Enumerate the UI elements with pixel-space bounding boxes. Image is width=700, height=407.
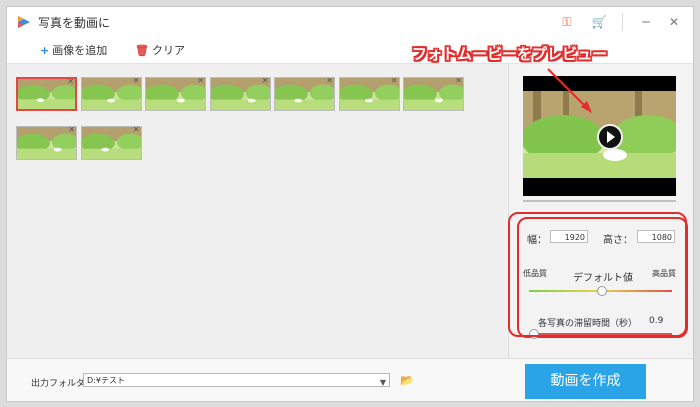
output-folder-value: D:¥テスト: [87, 376, 125, 385]
remove-thumbnail-icon[interactable]: ✕: [197, 78, 204, 85]
remove-thumbnail-icon[interactable]: ✕: [67, 79, 74, 86]
remove-thumbnail-icon[interactable]: ✕: [68, 127, 75, 134]
clear-button[interactable]: 🗑 クリア: [135, 42, 185, 58]
remove-thumbnail-icon[interactable]: ✕: [133, 127, 140, 134]
play-icon[interactable]: [597, 124, 623, 150]
remove-thumbnail-icon[interactable]: ✕: [391, 78, 398, 85]
thumbnail-image: [404, 78, 463, 110]
remove-thumbnail-icon[interactable]: ✕: [262, 78, 269, 85]
output-folder-select[interactable]: D:¥テスト ▼: [83, 373, 390, 387]
key-icon[interactable]: ⚿: [558, 13, 576, 31]
annotation-text: フォトムービーをプレビュー: [412, 45, 608, 63]
remove-thumbnail-icon[interactable]: ✕: [455, 78, 462, 85]
clear-label: クリア: [151, 44, 185, 57]
add-image-button[interactable]: + 画像を追加: [40, 42, 107, 58]
thumbnail[interactable]: ✕: [80, 126, 142, 160]
plus-icon: +: [40, 44, 50, 57]
close-icon[interactable]: ✕: [665, 13, 683, 31]
thumbnail-image: [17, 127, 76, 159]
thumbnail-image: [81, 127, 141, 159]
preview-progress[interactable]: [523, 200, 676, 202]
thumbnail-image: [146, 78, 205, 110]
thumbnail-image: [339, 78, 399, 110]
thumbnail[interactable]: ✕: [16, 126, 77, 160]
annotation-arrow: [547, 68, 592, 113]
thumbnail-image: [210, 78, 270, 110]
title-bar: 写真を動画に ⚿ 🛒 ─ ✕: [7, 7, 693, 38]
settings-highlight: [508, 212, 687, 337]
thumbnail-area: ✕ ✕ ✕ ✕ ✕ ✕ ✕ ✕ ✕: [7, 64, 507, 358]
folder-icon[interactable]: 📂: [400, 374, 414, 387]
dropdown-icon[interactable]: ▼: [380, 376, 386, 389]
thumbnail-image: [81, 78, 141, 110]
thumbnail[interactable]: ✕: [403, 77, 464, 111]
thumbnail[interactable]: ✕: [274, 77, 335, 111]
add-image-label: 画像を追加: [52, 44, 108, 57]
thumbnail-image: [275, 78, 334, 110]
title-divider: [622, 13, 623, 31]
thumbnail[interactable]: ✕: [145, 77, 206, 111]
app-icon: [18, 16, 30, 28]
remove-thumbnail-icon[interactable]: ✕: [133, 78, 140, 85]
minimize-icon[interactable]: ─: [637, 13, 655, 31]
thumbnail[interactable]: ✕: [80, 77, 142, 111]
trash-icon: 🗑: [135, 44, 149, 57]
window-title: 写真を動画に: [38, 16, 111, 30]
cart-icon[interactable]: 🛒: [590, 13, 608, 31]
thumbnail[interactable]: ✕: [338, 77, 400, 111]
thumbnail[interactable]: ✕: [209, 77, 271, 111]
remove-thumbnail-icon[interactable]: ✕: [326, 78, 333, 85]
create-video-button[interactable]: 動画を作成: [525, 364, 646, 399]
bottom-bar: 出力フォルダ： D:¥テスト ▼ 📂 動画を作成: [7, 358, 693, 401]
thumbnail[interactable]: ✕: [16, 77, 77, 111]
